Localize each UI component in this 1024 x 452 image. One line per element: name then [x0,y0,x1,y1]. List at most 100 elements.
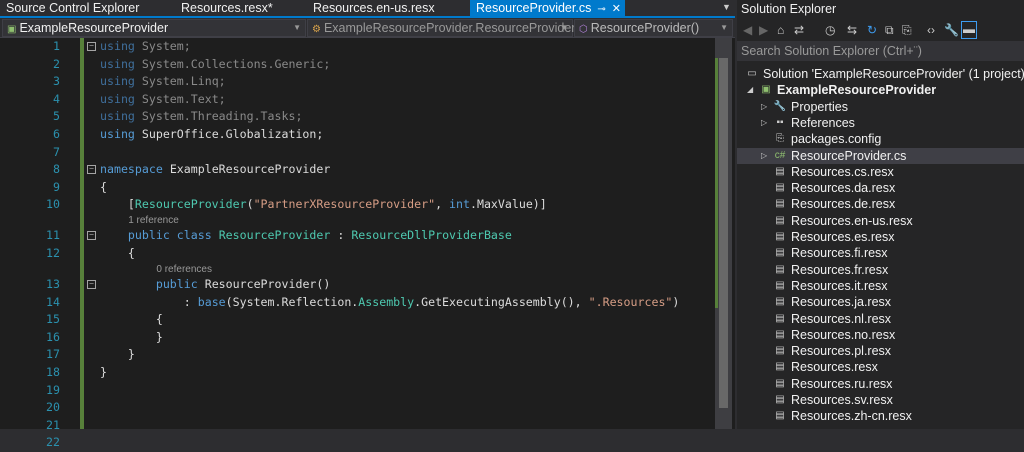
resx-file-icon: ▤ [775,279,785,291]
csharp-project-icon: ▣ [7,24,17,35]
resx-file-icon: ▤ [775,198,785,210]
code-editor[interactable]: 1− using System; 2 using System.Collections… [0,38,735,449]
tree-item[interactable]: ▤ Resources.ja.resx [737,294,1024,310]
back-icon[interactable]: ◀ [743,23,752,37]
expanded-arrow-icon[interactable]: ◢ [747,82,753,98]
class-name: ExampleResourceProvider.ResourceProvider [323,21,576,35]
tree-item[interactable]: ▷ ▪▪ References [737,115,1024,131]
tree-item[interactable]: ▤ Resources.zh-cn.resx [737,408,1024,424]
code-token: using [100,74,142,89]
tab-resources-resx[interactable]: Resources.resx* [181,0,273,16]
tree-item[interactable]: ▤ Resources.nl.resx [737,311,1024,327]
code-text: } [100,346,135,364]
collapse-icon[interactable]: − [87,231,96,241]
code-text: using System.Threading.Tasks; [100,108,302,126]
line-number: 21 [46,417,60,432]
code-text: using SuperOffice.Globalization; [100,126,323,144]
expand-arrow-icon[interactable]: ▷ [761,99,767,115]
tree-item[interactable]: ◢ ▣ ExampleResourceProvider [737,82,1024,98]
tab-label: Resources.en-us.resx [313,1,435,15]
tree-item[interactable]: ▤ Resources.no.resx [737,327,1024,343]
code-text: public class ResourceProvider : Resource… [100,227,512,245]
tree-item[interactable]: ▤ Resources.fr.resx [737,262,1024,278]
codelens-references[interactable]: 0 references [156,263,212,276]
chevron-down-icon: ▼ [560,23,568,32]
project-dropdown[interactable]: ▣ ExampleResourceProvider ▼ [2,19,306,37]
tree-item[interactable]: ▤ Resources.de.resx [737,196,1024,212]
tab-resourceprovider-cs[interactable]: ResourceProvider.cs ⊸ ✕ [470,0,625,16]
tree-item[interactable]: ▷ c# ResourceProvider.cs [737,147,1024,164]
tree-item[interactable]: ▤ Resources.cs.resx [737,164,1024,180]
code-token: using [100,39,142,53]
collapse-icon[interactable]: − [87,42,96,51]
collapse-all-icon[interactable]: ⧉ [885,23,894,38]
expand-arrow-icon[interactable]: ▷ [761,148,767,164]
tree-item[interactable]: ▤ Resources.en-us.resx [737,213,1024,229]
line-number: 4 [53,91,60,106]
refresh-icon[interactable]: ↻ [867,23,877,37]
code-line: 2 using System.Collections.Generic; [0,56,712,74]
tree-item[interactable]: ▭ Solution 'ExampleResourceProvider' (1 p… [737,66,1024,82]
tab-resources-en-us-resx[interactable]: Resources.en-us.resx [313,0,435,16]
expand-arrow-icon[interactable]: ▷ [761,115,767,131]
forward-icon[interactable]: ▶ [759,23,768,37]
tree-item[interactable]: ⎘ packages.config [737,131,1024,147]
code-token: : [330,228,352,243]
tree-item[interactable]: ▤ Resources.pl.resx [737,343,1024,359]
class-dropdown[interactable]: ⚙ ExampleResourceProvider.ResourceProvide… [307,19,576,37]
code-token: System.Threading.Tasks; [141,109,303,124]
document-tabs: Source Control Explorer Resources.resx* … [0,0,735,18]
home-icon[interactable]: ⌂ [777,23,784,37]
collapse-icon[interactable]: − [87,165,96,175]
tree-item-label: Resources.resx [791,360,878,375]
close-icon[interactable]: ✕ [612,3,621,15]
view-code-icon[interactable]: ‹› [927,23,935,37]
show-all-files-icon[interactable]: ⎘ [902,23,912,38]
code-line: 4 using System.Text; [0,91,712,109]
codelens-references[interactable]: 1 reference [128,214,179,227]
properties-icon[interactable]: 🔧 [944,23,959,37]
code-token: Assembly [358,294,415,309]
tree-item[interactable]: ▤ Resources.resx [737,359,1024,375]
change-marker [715,58,718,308]
code-line: 8 − namespace ExampleResourceProvider [0,161,712,179]
pin-icon[interactable]: ⊸ [597,4,605,15]
code-text: } [100,329,163,347]
sync-view-icon[interactable]: ⇄ [794,23,804,37]
tab-overflow-dropdown-icon[interactable]: ▼ [722,2,731,12]
vertical-scrollbar[interactable] [715,38,732,429]
code-token: ResourceProvider() [204,277,331,291]
preview-selected-items-icon[interactable]: ▬ [961,21,977,39]
code-text: { [100,179,107,197]
tree-item-label: Resources.en-us.resx [791,213,913,228]
tree-item-label: Resources.ja.resx [791,295,892,310]
sync-with-document-icon[interactable]: ⇆ [847,23,857,37]
member-dropdown[interactable]: ⬡ ResourceProvider() ▼ [574,19,733,37]
line-number: 19 [46,382,60,397]
pending-changes-filter-icon[interactable]: ◷ [825,23,835,37]
tab-label: Resources.resx* [181,1,273,15]
line-number: 12 [46,246,60,260]
code-token: ".Resources" [588,294,673,309]
member-name: ResourceProvider() [590,21,700,35]
tree-item[interactable]: ▤ Resources.sv.resx [737,392,1024,408]
code-text: using System.Linq; [100,73,226,91]
code-token: } [100,365,107,379]
tree-item[interactable]: ▷ 🔧 Properties [737,99,1024,115]
tree-item-label: Resources.es.resx [791,230,895,244]
tree-item[interactable]: ▤ Resources.ru.resx [737,376,1024,392]
scrollbar-thumb[interactable] [719,58,728,408]
tab-source-control-explorer[interactable]: Source Control Explorer [6,0,139,16]
csharp-file-icon: c# [774,149,786,161]
tree-item[interactable]: ▤ Resources.fi.resx [737,245,1024,261]
collapse-icon[interactable]: − [87,280,96,289]
tree-item[interactable]: ▤ Resources.da.resx [737,180,1024,196]
search-solution-explorer-input[interactable]: Search Solution Explorer (Ctrl+¨) [737,41,1024,61]
tree-item[interactable]: ▤ Resources.it.resx [737,278,1024,294]
code-token: .MaxValue)] [469,197,547,212]
code-text: using System.Collections.Generic; [100,56,330,74]
tree-item[interactable]: ▤ Resources.es.resx [737,229,1024,245]
code-text: using System.Text; [100,91,226,109]
solution-explorer-panel: Solution Explorer ◀ ▶ ⌂ ⇄ ◷ ⇆ ↻ ⧉ ⎘ ‹› 🔧… [737,0,1024,429]
resx-file-icon: ▤ [775,296,785,308]
